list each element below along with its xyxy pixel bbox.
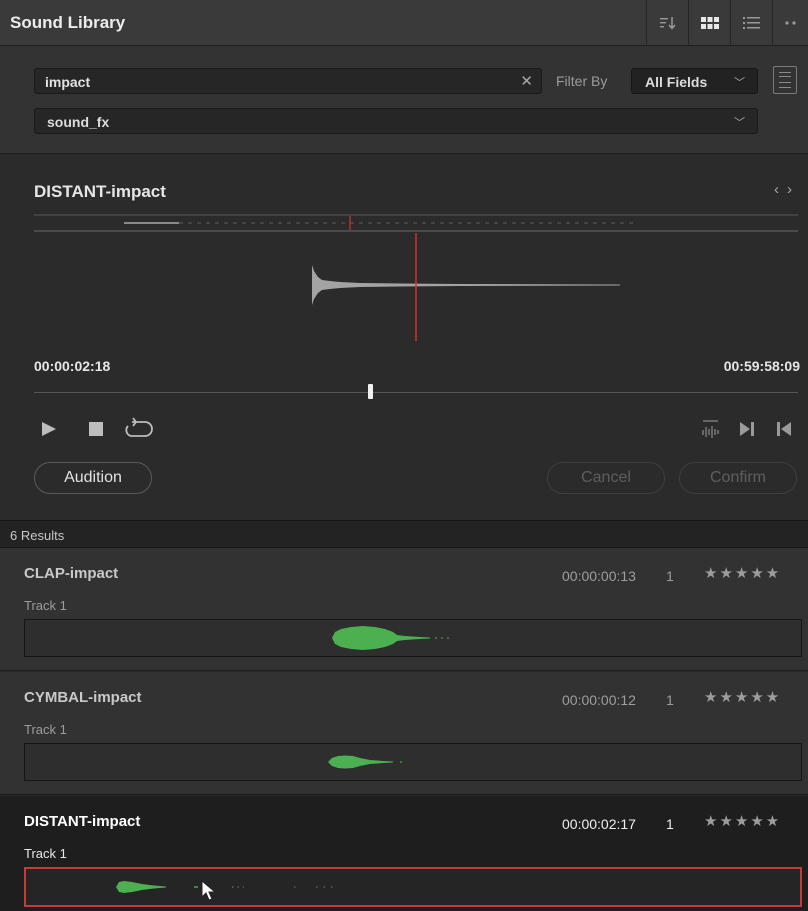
waveform-shape	[116, 881, 166, 893]
overview-waveform[interactable]	[34, 212, 798, 234]
skip-forward-icon	[740, 422, 754, 436]
database-dropdown[interactable]: sound_fx ﹀	[34, 108, 758, 134]
play-button[interactable]	[40, 420, 58, 438]
metadata-panel-button[interactable]	[773, 66, 797, 94]
result-waveform[interactable]	[24, 867, 802, 907]
next-clip-icon[interactable]: ›	[787, 181, 800, 198]
header-toolbar	[646, 0, 808, 46]
result-channel-count: 1	[666, 692, 674, 708]
search-input[interactable]	[43, 73, 503, 91]
rating-stars[interactable]: ★★★★★	[704, 812, 781, 830]
rating-stars[interactable]: ★★★★★	[704, 564, 781, 582]
results-count: 6 Results	[10, 528, 65, 543]
more-options-button[interactable]	[772, 0, 808, 46]
database-value: sound_fx	[47, 114, 110, 130]
waveform-sync-icon	[702, 420, 719, 438]
sort-icon	[659, 17, 676, 30]
skip-back-icon	[777, 422, 791, 436]
cancel-button[interactable]: Cancel	[547, 462, 665, 494]
start-timecode: 00:00:02:18	[34, 358, 111, 374]
play-icon	[42, 422, 56, 436]
result-duration: 00:00:02:17	[562, 816, 636, 832]
list-view-button[interactable]	[730, 0, 772, 46]
scrubber-handle[interactable]	[368, 384, 374, 399]
result-name: CLAP-impact	[24, 565, 119, 582]
main-waveform[interactable]	[0, 233, 808, 343]
result-channel-count: 1	[666, 816, 674, 832]
next-frame-button[interactable]	[738, 420, 756, 438]
result-name: CYMBAL-impact	[24, 689, 142, 706]
filter-by-label: Filter By	[556, 73, 608, 89]
more-icon	[784, 21, 796, 25]
result-track: Track 1	[24, 722, 67, 737]
panel-header: Sound Library	[0, 0, 808, 46]
end-timecode: 00:59:58:09	[723, 358, 800, 374]
waveform-shape	[312, 265, 620, 305]
confirm-button[interactable]: Confirm	[679, 462, 797, 494]
result-channel-count: 1	[666, 568, 674, 584]
list-view-icon	[742, 17, 760, 29]
clip-navigation[interactable]: ‹›	[774, 181, 800, 198]
preview-player: DISTANT-impact ‹› 00:00:02:18 00:59:58:0…	[0, 155, 808, 521]
result-track: Track 1	[24, 598, 67, 613]
results-count-bar: 6 Results	[0, 521, 808, 548]
clear-search-icon[interactable]: ✕	[520, 72, 533, 90]
result-name: DISTANT-impact	[24, 813, 141, 830]
grid-view-button[interactable]	[688, 0, 730, 46]
search-box[interactable]: ✕	[34, 68, 542, 94]
result-waveform[interactable]	[24, 619, 802, 657]
chevron-down-icon: ﹀	[734, 117, 745, 129]
filter-field-value: All Fields	[645, 74, 708, 90]
chevron-down-icon: ﹀	[734, 77, 745, 89]
audition-button[interactable]: Audition	[34, 462, 152, 494]
filter-field-dropdown[interactable]: All Fields ﹀	[631, 68, 758, 94]
result-item[interactable]: CYMBAL-impact Track 1 00:00:00:12 1 ★★★★…	[0, 672, 808, 795]
rating-stars[interactable]: ★★★★★	[704, 688, 781, 706]
waveform-shape	[332, 626, 430, 650]
sort-button[interactable]	[646, 0, 688, 46]
audio-sync-button[interactable]	[700, 418, 722, 440]
scrubber-track[interactable]	[34, 392, 798, 393]
stop-button[interactable]	[87, 420, 105, 438]
result-duration: 00:00:00:12	[562, 692, 636, 708]
loop-icon	[125, 417, 153, 437]
previous-clip-icon[interactable]: ‹	[774, 181, 787, 198]
search-area: ✕ Filter By All Fields ﹀ sound_fx ﹀	[0, 46, 808, 154]
result-waveform[interactable]	[24, 743, 802, 781]
waveform-shape	[328, 755, 393, 769]
result-duration: 00:00:00:13	[562, 568, 636, 584]
stop-icon	[89, 422, 103, 436]
loop-button[interactable]	[123, 417, 155, 441]
preview-clip-title: DISTANT-impact	[34, 182, 166, 201]
panel-title: Sound Library	[10, 13, 126, 32]
result-track: Track 1	[24, 846, 67, 861]
grid-view-icon	[700, 17, 719, 29]
previous-frame-button[interactable]	[775, 420, 793, 438]
mouse-cursor-icon	[201, 879, 217, 901]
result-item-selected[interactable]: DISTANT-impact Track 1 00:00:02:17 1 ★★★…	[0, 796, 808, 911]
result-item[interactable]: CLAP-impact Track 1 00:00:00:13 1 ★★★★★	[0, 548, 808, 671]
